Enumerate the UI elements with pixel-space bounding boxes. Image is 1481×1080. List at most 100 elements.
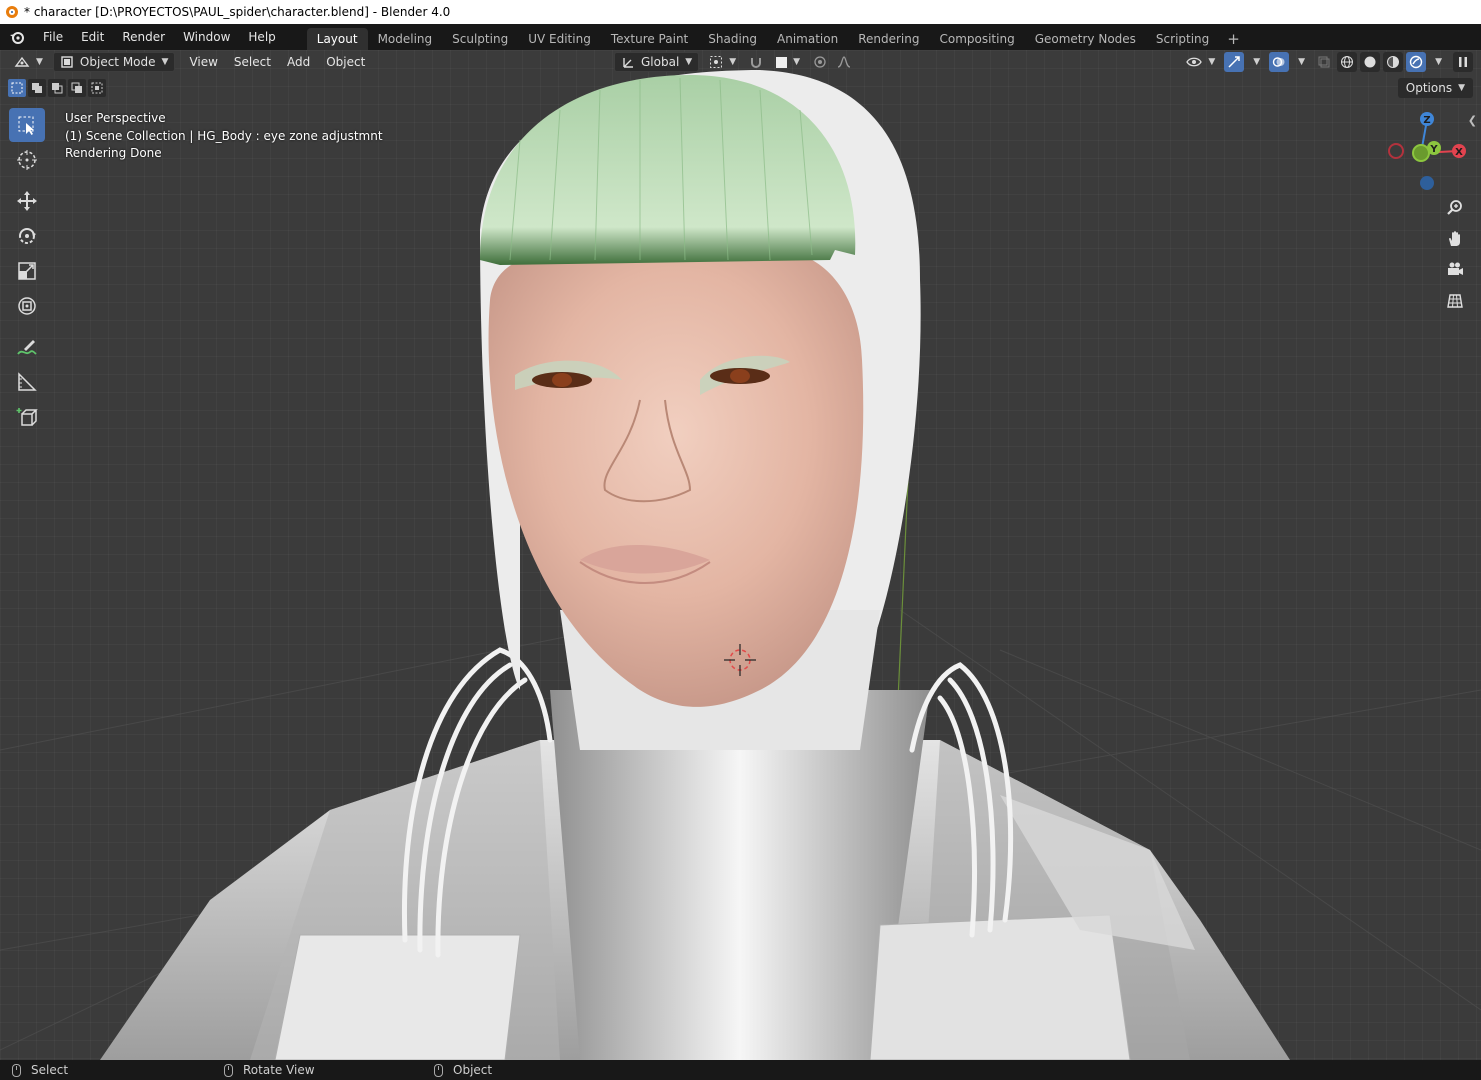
menu-help[interactable]: Help [239, 24, 284, 50]
topbar: File Edit Render Window Help Layout Mode… [0, 24, 1481, 50]
z-axis-label: Z [1423, 115, 1430, 126]
eye-icon [1186, 57, 1203, 67]
editor-type-selector[interactable]: ▼ [8, 52, 49, 72]
snap-toggle-icon[interactable] [746, 52, 766, 72]
select-difference-icon[interactable] [68, 79, 86, 97]
scale-icon[interactable] [9, 254, 45, 288]
menu-object[interactable]: Object [318, 55, 373, 69]
transform-orientation-selector[interactable]: Global ▼ [614, 52, 700, 72]
menu-edit[interactable]: Edit [72, 24, 113, 50]
wireframe-shading-icon[interactable] [1337, 52, 1358, 72]
chevron-down-icon: ▼ [1208, 57, 1216, 67]
chevron-down-icon[interactable]: ▼ [1298, 57, 1305, 67]
tab-shading[interactable]: Shading [698, 28, 767, 50]
orientation-icon [623, 58, 633, 68]
tab-texture-paint[interactable]: Texture Paint [601, 28, 698, 50]
add-workspace-button[interactable]: + [1219, 28, 1248, 50]
select-new-icon[interactable] [8, 79, 26, 97]
overlays-toggle-icon[interactable] [1269, 52, 1290, 72]
negative-x-axis-icon[interactable] [1388, 143, 1404, 159]
rotate-icon[interactable] [9, 219, 45, 253]
select-intersect-icon[interactable] [88, 79, 106, 97]
status-select-label: Select [31, 1063, 69, 1077]
tab-rendering[interactable]: Rendering [848, 28, 929, 50]
camera-icon[interactable] [1443, 256, 1467, 284]
options-label: Options [1405, 81, 1453, 95]
negative-z-axis-icon[interactable] [1420, 176, 1434, 190]
menu-add[interactable]: Add [279, 55, 318, 69]
tab-compositing[interactable]: Compositing [929, 28, 1024, 50]
gizmo-toggle-icon[interactable] [1224, 52, 1245, 72]
mode-label: Object Mode [79, 55, 156, 69]
tab-modeling[interactable]: Modeling [368, 28, 443, 50]
material-shading-icon[interactable] [1383, 52, 1404, 72]
falloff-icon[interactable] [834, 52, 854, 72]
tab-layout[interactable]: Layout [306, 28, 368, 50]
pivot-point-selector[interactable]: ▼ [703, 52, 742, 72]
zoom-icon[interactable] [1443, 194, 1467, 222]
status-object: Object [434, 1063, 492, 1077]
transform-controls: Global ▼ ▼ ▼ [614, 52, 854, 72]
chevron-down-icon[interactable]: ▼ [1253, 57, 1260, 67]
pause-render-icon[interactable] [1453, 52, 1473, 72]
menu-view[interactable]: View [181, 55, 225, 69]
viewport-render [0, 70, 1481, 1060]
view-name: User Perspective [65, 111, 166, 125]
tab-uv-editing[interactable]: UV Editing [518, 28, 601, 50]
rendered-shading-icon[interactable] [1406, 52, 1427, 72]
chevron-down-icon: ▼ [729, 57, 737, 67]
chevron-down-icon: ▼ [161, 57, 169, 67]
select-subtract-icon[interactable] [48, 79, 66, 97]
move-icon[interactable] [9, 184, 45, 218]
transform-icon[interactable] [9, 289, 45, 323]
blender-logo-icon [6, 6, 18, 18]
blender-menu-icon[interactable] [0, 24, 34, 50]
render-status: Rendering Done [65, 146, 162, 160]
visibility-selector[interactable]: ▼ [1180, 52, 1221, 72]
object-mode-icon [61, 56, 73, 68]
tab-scripting[interactable]: Scripting [1146, 28, 1219, 50]
3d-viewport[interactable] [0, 50, 1481, 1060]
select-box-icon[interactable] [9, 108, 45, 142]
status-rotate: Rotate View [224, 1063, 315, 1077]
middle-mouse-icon [224, 1063, 233, 1077]
menu-select[interactable]: Select [226, 55, 279, 69]
navigation-gizmo[interactable]: Y Z X [1384, 108, 1470, 198]
chevron-down-icon: ▼ [36, 57, 43, 67]
annotate-icon[interactable] [9, 330, 45, 364]
status-object-label: Object [453, 1063, 493, 1077]
negative-y-axis-icon[interactable] [1412, 144, 1430, 162]
mode-selector[interactable]: Object Mode ▼ [52, 52, 176, 72]
orientation-label: Global [641, 55, 680, 69]
grid-view-icon[interactable] [1443, 287, 1467, 315]
tool-shelf [9, 108, 47, 435]
editor-type-icon [14, 56, 30, 67]
proportional-edit-icon[interactable] [810, 52, 830, 72]
tab-animation[interactable]: Animation [767, 28, 848, 50]
status-bar: Select Rotate View Object [0, 1060, 1481, 1080]
window-title: * character [D:\PROYECTOS\PAUL_spider\ch… [24, 5, 451, 19]
snap-target-selector[interactable]: ▼ [770, 52, 806, 72]
chevron-down-icon: ▼ [793, 57, 801, 67]
viewport-header: ▼ Object Mode ▼ View Select Add Object G… [0, 50, 1481, 74]
tab-sculpting[interactable]: Sculpting [442, 28, 518, 50]
menu-file[interactable]: File [34, 24, 72, 50]
menu-render[interactable]: Render [113, 24, 174, 50]
menu-window[interactable]: Window [174, 24, 239, 50]
snap-increment-icon [776, 56, 788, 68]
chevron-down-icon: ▼ [685, 57, 693, 67]
window-titlebar: * character [D:\PROYECTOS\PAUL_spider\ch… [0, 0, 1481, 24]
solid-shading-icon[interactable] [1360, 52, 1381, 72]
chevron-down-icon[interactable]: ▼ [1435, 57, 1442, 67]
sidebar-toggle-icon[interactable]: ❮ [1468, 114, 1477, 127]
measure-icon[interactable] [9, 365, 45, 399]
cursor-icon[interactable] [9, 143, 45, 177]
workspace-tabs: Layout Modeling Sculpting UV Editing Tex… [306, 24, 1248, 50]
options-dropdown[interactable]: Options ▼ [1397, 78, 1473, 98]
chevron-down-icon: ▼ [1458, 83, 1465, 93]
select-extend-icon[interactable] [28, 79, 46, 97]
tab-geometry-nodes[interactable]: Geometry Nodes [1025, 28, 1146, 50]
add-cube-icon[interactable] [9, 400, 45, 434]
xray-toggle-icon[interactable] [1314, 52, 1334, 72]
pan-hand-icon[interactable] [1443, 225, 1467, 253]
